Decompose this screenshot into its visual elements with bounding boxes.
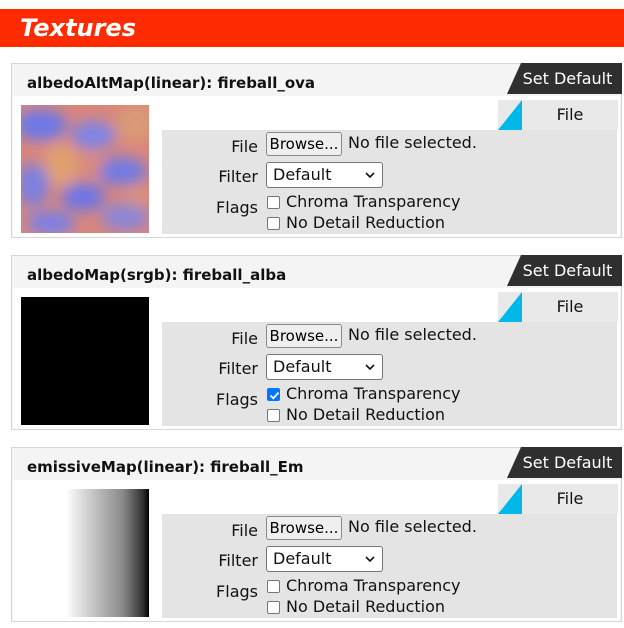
no-detail-reduction-checkbox[interactable]: [267, 217, 280, 230]
texture-panel-emissive: emissiveMap(linear): fireball_Em Set Def…: [11, 447, 622, 622]
chevron-down-icon: [365, 364, 375, 371]
texture-panel-albedo-alt: albedoAltMap(linear): fireball_ova Set D…: [11, 63, 622, 238]
file-status: No file selected.: [348, 325, 477, 344]
filter-label: Filter: [218, 551, 258, 570]
chroma-transparency-checkbox[interactable]: [267, 580, 280, 593]
tab-file[interactable]: File: [498, 484, 618, 514]
tab-accent: [498, 484, 522, 514]
set-default-button[interactable]: Set Default: [507, 255, 622, 286]
panel-content: File File Browse... No file selected. Fi…: [13, 96, 620, 237]
section-title: Textures: [20, 14, 136, 42]
filter-label: Filter: [218, 167, 258, 186]
filter-select[interactable]: Default: [266, 162, 383, 188]
file-label: File: [231, 521, 258, 540]
no-detail-reduction-label: No Detail Reduction: [286, 213, 446, 232]
texture-settings: File Browse... No file selected. Filter …: [162, 514, 617, 618]
tab-file-label: File: [556, 489, 584, 508]
chroma-transparency-label: Chroma Transparency: [286, 192, 461, 211]
flags-label: Flags: [216, 198, 258, 217]
set-default-button[interactable]: Set Default: [507, 447, 622, 478]
panel-content: File File Browse... No file selected. Fi…: [13, 480, 620, 621]
tab-file[interactable]: File: [498, 100, 618, 130]
no-detail-reduction-checkbox[interactable]: [267, 409, 280, 422]
panel-title: emissiveMap(linear): fireball_Em: [27, 458, 304, 476]
panel-title: albedoMap(srgb): fireball_alba: [27, 266, 287, 284]
no-detail-reduction-checkbox[interactable]: [267, 601, 280, 614]
no-detail-reduction-label: No Detail Reduction: [286, 405, 446, 424]
texture-thumbnail: [21, 489, 149, 617]
chroma-transparency-checkbox[interactable]: [267, 196, 280, 209]
filter-select[interactable]: Default: [266, 546, 383, 572]
no-detail-reduction-label: No Detail Reduction: [286, 597, 446, 616]
tab-accent: [498, 292, 522, 322]
tab-accent: [498, 100, 522, 130]
file-label: File: [231, 137, 258, 156]
file-label: File: [231, 329, 258, 348]
chevron-down-icon: [365, 556, 375, 563]
chroma-transparency-label: Chroma Transparency: [286, 384, 461, 403]
texture-settings: File Browse... No file selected. Filter …: [162, 130, 617, 234]
file-status: No file selected.: [348, 133, 477, 152]
tab-file-label: File: [556, 105, 584, 124]
file-status: No file selected.: [348, 517, 477, 536]
texture-settings: File Browse... No file selected. Filter …: [162, 322, 617, 426]
tab-file-label: File: [556, 297, 584, 316]
browse-button[interactable]: Browse...: [266, 132, 342, 156]
chroma-transparency-label: Chroma Transparency: [286, 576, 461, 595]
texture-panel-albedo: albedoMap(srgb): fireball_alba Set Defau…: [11, 255, 622, 430]
set-default-button[interactable]: Set Default: [507, 63, 622, 94]
chevron-down-icon: [365, 172, 375, 179]
tab-file[interactable]: File: [498, 292, 618, 322]
filter-label: Filter: [218, 359, 258, 378]
browse-button[interactable]: Browse...: [266, 324, 342, 348]
panel-title: albedoAltMap(linear): fireball_ova: [27, 74, 316, 92]
checkmark-icon: [269, 391, 280, 400]
textures-header: Textures: [0, 9, 624, 47]
filter-select-value: Default: [273, 357, 332, 376]
filter-select[interactable]: Default: [266, 354, 383, 380]
chroma-transparency-checkbox[interactable]: [267, 388, 280, 401]
flags-label: Flags: [216, 582, 258, 601]
browse-button[interactable]: Browse...: [266, 516, 342, 540]
panel-content: File File Browse... No file selected. Fi…: [13, 288, 620, 429]
filter-select-value: Default: [273, 549, 332, 568]
texture-thumbnail: [21, 105, 149, 233]
filter-select-value: Default: [273, 165, 332, 184]
texture-thumbnail: [21, 297, 149, 425]
flags-label: Flags: [216, 390, 258, 409]
